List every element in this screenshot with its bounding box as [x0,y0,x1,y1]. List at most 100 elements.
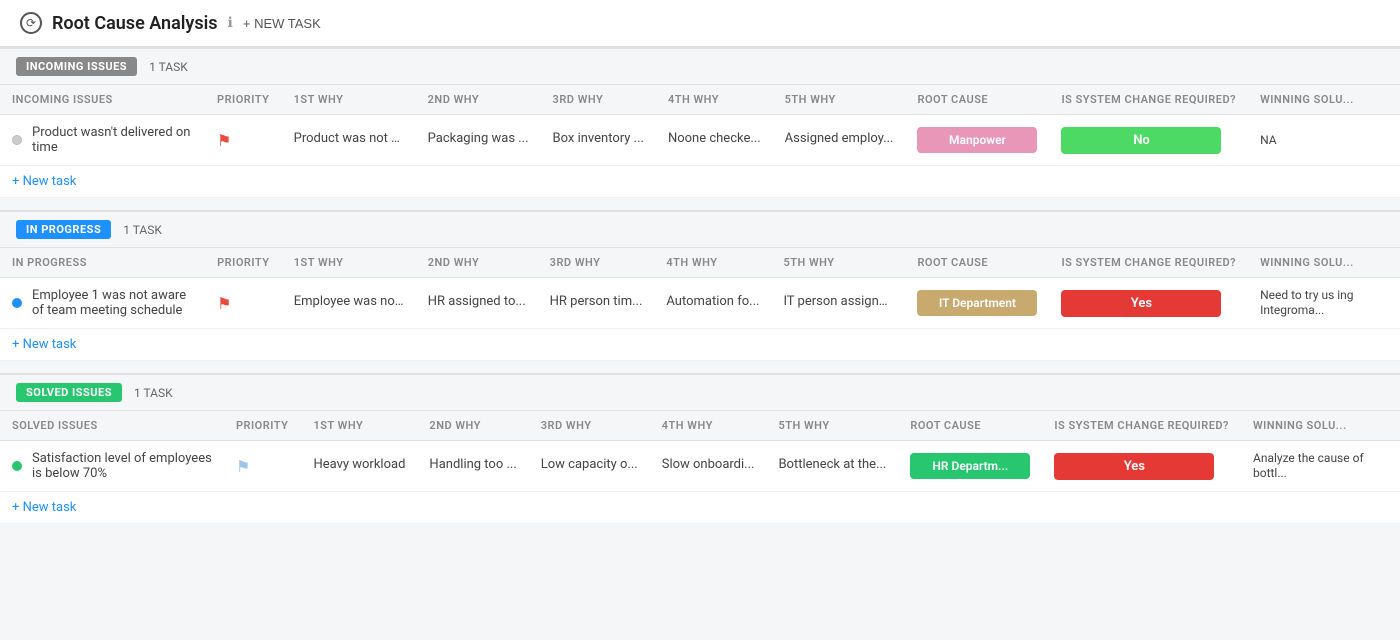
new-task-cell[interactable]: + New task [0,329,1400,361]
table-row-incoming-0[interactable]: Product wasn't delivered on time ⚑ Produ… [0,115,1400,166]
issue-text: Product wasn't delivered on time [32,125,193,155]
why5-cell: IT person assigne... [771,278,905,329]
col-header-why2: 2ND WHY [417,411,528,441]
table-inprogress: IN PROGRESS PRIORITY 1ST WHY 2ND WHY 3RD… [0,248,1400,361]
col-header-why3: 3RD WHY [538,248,655,278]
why4-text: Noone checke... [668,131,761,146]
winning-text: Analyze the cause of bottl... [1253,451,1364,480]
why3-cell: Box inventory ... [541,115,656,166]
why1-cell: Heavy workload [301,441,417,492]
col-header-system: IS SYSTEM CHANGE REQUIRED? [1049,248,1248,278]
winning-cell: Need to try us ing Integroma... [1248,278,1400,329]
root-cause-badge: HR Departm... [910,453,1030,479]
system-change-badge: Yes [1054,453,1214,480]
why2-cell: Packaging was ... [416,115,541,166]
col-header-why5: 5TH WHY [773,85,906,115]
why3-cell: Low capacity o... [529,441,650,492]
why5-text: IT person assigne... [783,294,893,309]
root-cause-cell: Manpower [905,115,1049,166]
new-task-cell[interactable]: + New task [0,166,1400,198]
col-header-winning: WINNING SOLU... [1241,411,1400,441]
col-header-why5: 5TH WHY [766,411,898,441]
task-count-inprogress: 1 TASK [123,223,162,237]
col-header-why3: 3RD WHY [529,411,650,441]
app-header: ⟳ Root Cause Analysis ℹ + NEW TASK [0,0,1400,47]
root-cause-badge: IT Department [917,290,1037,316]
col-header-why2: 2ND WHY [416,85,541,115]
col-header-root: ROOT CAUSE [898,411,1042,441]
task-count-solved: 1 TASK [134,386,173,400]
why1-text: Product was not rea... [294,131,404,146]
why4-cell: Noone checke... [656,115,773,166]
col-header-priority: PRIORITY [205,248,282,278]
section-badge-incoming: INCOMING ISSUES [16,57,137,76]
why2-cell: HR assigned to... [416,278,538,329]
col-header-root: ROOT CAUSE [905,248,1049,278]
task-count-incoming: 1 TASK [149,60,188,74]
why2-text: Packaging was ... [428,131,529,146]
new-task-header-button[interactable]: + NEW TASK [243,16,321,31]
back-button[interactable]: ⟳ [20,12,42,34]
why5-text: Bottleneck at the... [778,457,886,472]
why2-text: HR assigned to... [428,294,526,309]
why5-cell: Assigned employ... [773,115,906,166]
col-header-why2: 2ND WHY [416,248,538,278]
col-header-why1: 1ST WHY [282,85,416,115]
issue-text: Employee 1 was not aware of team meeting… [32,288,193,318]
col-header-why5: 5TH WHY [771,248,905,278]
system-change-cell: No [1049,115,1248,166]
issue-text: Satisfaction level of employees is below… [32,451,212,481]
col-header-root: ROOT CAUSE [905,85,1049,115]
priority-cell: ⚑ [205,278,282,329]
winning-cell: NA [1248,115,1400,166]
why5-cell: Bottleneck at the... [766,441,898,492]
new-task-cell[interactable]: + New task [0,492,1400,524]
why3-text: Box inventory ... [553,131,644,146]
section-header-solved: SOLVED ISSUES 1 TASK [0,373,1400,411]
winning-cell: Analyze the cause of bottl... [1241,441,1400,492]
system-change-cell: Yes [1049,278,1248,329]
system-change-badge: Yes [1061,290,1221,317]
table-row-solved-0[interactable]: Satisfaction level of employees is below… [0,441,1400,492]
col-header-priority: PRIORITY [224,411,301,441]
table-incoming: INCOMING ISSUES PRIORITY 1ST WHY 2ND WHY… [0,85,1400,198]
col-header-issue: IN PROGRESS [0,248,205,278]
why1-text: Employee was not b... [294,294,404,309]
winning-text: Need to try us ing Integroma... [1260,288,1353,317]
section-badge-inprogress: IN PROGRESS [16,220,111,239]
issue-cell: Satisfaction level of employees is below… [0,441,224,492]
status-dot [12,135,22,145]
why3-cell: HR person tim... [538,278,655,329]
root-cause-badge: Manpower [917,127,1037,153]
col-header-priority: PRIORITY [205,85,282,115]
system-change-badge: No [1061,127,1221,154]
priority-cell: ⚑ [224,441,301,492]
section-badge-solved: SOLVED ISSUES [16,383,122,402]
col-header-why4: 4TH WHY [654,248,771,278]
flag-icon: ⚑ [236,457,250,476]
why4-text: Slow onboardi... [662,457,755,472]
page-title: Root Cause Analysis [52,13,218,34]
issue-cell: Product wasn't delivered on time [0,115,205,166]
info-icon[interactable]: ℹ [228,15,233,31]
section-header-inprogress: IN PROGRESS 1 TASK [0,210,1400,248]
flag-icon: ⚑ [217,131,231,150]
why4-text: Automation fo... [666,294,759,309]
root-cause-cell: IT Department [905,278,1049,329]
col-header-why3: 3RD WHY [541,85,656,115]
new-task-row-inprogress[interactable]: + New task [0,329,1400,361]
col-header-winning: WINNING SOLU... [1248,85,1400,115]
root-cause-cell: HR Departm... [898,441,1042,492]
col-header-why1: 1ST WHY [301,411,417,441]
system-change-cell: Yes [1042,441,1241,492]
table-row-inprogress-0[interactable]: Employee 1 was not aware of team meeting… [0,278,1400,329]
new-task-row-solved[interactable]: + New task [0,492,1400,524]
why1-cell: Product was not rea... [282,115,416,166]
col-header-why1: 1ST WHY [282,248,416,278]
new-task-row-incoming[interactable]: + New task [0,166,1400,198]
flag-icon: ⚑ [217,294,231,313]
status-dot [12,298,22,308]
why1-text: Heavy workload [313,457,405,472]
col-header-why4: 4TH WHY [656,85,773,115]
col-header-issue: SOLVED ISSUES [0,411,224,441]
